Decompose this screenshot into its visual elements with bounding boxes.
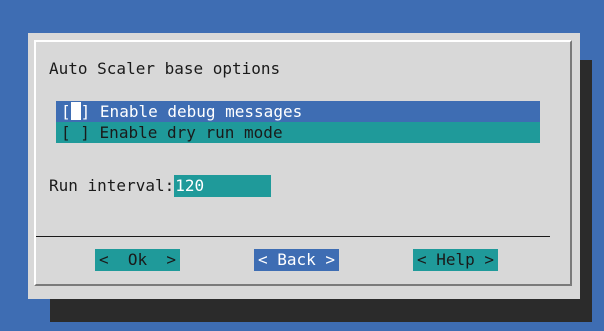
checklist-label-dry-run: Enable dry run mode — [99, 123, 283, 142]
checklist-item-dry-run[interactable]: [ ] Enable dry run mode — [56, 122, 540, 143]
run-interval-label: Run interval: — [49, 176, 175, 195]
run-interval-row: Run interval: 120 — [49, 175, 272, 197]
checklist-item-debug[interactable]: [] Enable debug messages — [56, 101, 540, 122]
options-dialog: Auto Scaler base options [] Enable debug… — [28, 33, 580, 299]
run-interval-input[interactable]: 120 — [174, 175, 272, 197]
dialog-title: Auto Scaler base options — [49, 59, 281, 78]
checkbox-dry-run[interactable]: [ ] — [61, 123, 90, 142]
options-checklist: [] Enable debug messages [ ] Enable dry … — [56, 101, 540, 143]
back-button[interactable]: < Back > — [254, 249, 340, 271]
button-divider — [36, 236, 550, 237]
help-button[interactable]: < Help > — [413, 249, 499, 271]
checklist-label-debug: Enable debug messages — [99, 102, 303, 121]
text-cursor — [70, 102, 81, 120]
ok-button[interactable]: < Ok > — [95, 249, 181, 271]
checkbox-debug[interactable]: [] — [61, 102, 90, 121]
